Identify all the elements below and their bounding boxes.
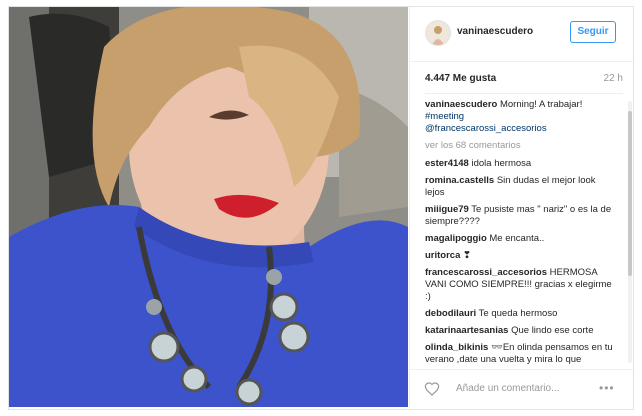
comment-item: ester4148 idola hermosa [425, 158, 615, 170]
avatar-image [426, 21, 450, 45]
selfie-image [9, 7, 408, 407]
divider [425, 93, 623, 94]
comment-username[interactable]: romina.castells [425, 175, 494, 186]
caption-hashtag[interactable]: #meeting [425, 111, 615, 123]
comment-item: miiigue79 Te pusiste mas " nariz" o es l… [425, 204, 615, 228]
comment-username[interactable]: katarinaartesanias [425, 325, 508, 336]
post-side-panel: vaninaescudero Seguir 4.447 Me gusta 22 … [409, 7, 634, 407]
profile-avatar[interactable] [425, 20, 451, 46]
follow-button[interactable]: Seguir [570, 21, 616, 43]
comment-item: romina.castells Sin dudas el mejor look … [425, 175, 615, 199]
comment-username[interactable]: debodilauri [425, 308, 476, 319]
comment-text: ❣ [463, 250, 471, 261]
comment-text: Me encanta.. [489, 233, 545, 244]
comment-text: Te queda hermoso [478, 308, 558, 319]
comments-list: vaninaescudero Morning! A trabajar! #mee… [425, 99, 615, 369]
comment-item: magalipoggio Me encanta.. [425, 233, 615, 245]
comment-item: debodilauri Te queda hermoso [425, 308, 615, 320]
username-link[interactable]: vaninaescudero [457, 26, 533, 37]
view-all-comments-link[interactable]: ver los 68 comentarios [425, 140, 615, 152]
comment-text: idola hermosa [471, 158, 532, 169]
post-time[interactable]: 22 h [604, 73, 623, 84]
post-stats: 4.447 Me gusta 22 h [425, 73, 623, 89]
caption-username[interactable]: vaninaescudero [425, 99, 497, 110]
comment-text: Que lindo ese corte [511, 325, 594, 336]
comment-bar: Añade un comentario... ••• [410, 369, 634, 408]
comment-item: olinda_bikinis 👓En olinda pensamos en tu… [425, 342, 615, 366]
caption-text: Morning! A trabajar! [499, 99, 583, 110]
post-photo[interactable] [9, 7, 408, 407]
add-comment-input[interactable]: Añade un comentario... [456, 383, 559, 394]
caption-mention[interactable]: @francescarossi_accesorios [425, 123, 615, 135]
more-options-icon[interactable]: ••• [599, 381, 615, 395]
heart-outline-icon[interactable] [424, 381, 440, 397]
comment-username[interactable]: magalipoggio [425, 233, 487, 244]
comment-username[interactable]: francescarossi_accesorios [425, 267, 547, 278]
caption: vaninaescudero Morning! A trabajar! #mee… [425, 99, 615, 135]
comment-username[interactable]: miiigue79 [425, 204, 469, 215]
comments-scrollbar[interactable] [628, 101, 632, 363]
comment-username[interactable]: uritorca [425, 250, 460, 261]
comment-item: uritorca ❣ [425, 250, 615, 262]
post-header: vaninaescudero Seguir [410, 7, 634, 62]
post-modal: vaninaescudero Seguir 4.447 Me gusta 22 … [8, 6, 634, 410]
comment-username[interactable]: ester4148 [425, 158, 469, 169]
comment-username[interactable]: olinda_bikinis [425, 342, 488, 353]
scrollbar-thumb[interactable] [628, 111, 632, 276]
comment-item: francescarossi_accesorios HERMOSA VANI C… [425, 267, 615, 303]
likes-count[interactable]: 4.447 Me gusta [425, 73, 496, 84]
comment-item: katarinaartesanias Que lindo ese corte [425, 325, 615, 337]
